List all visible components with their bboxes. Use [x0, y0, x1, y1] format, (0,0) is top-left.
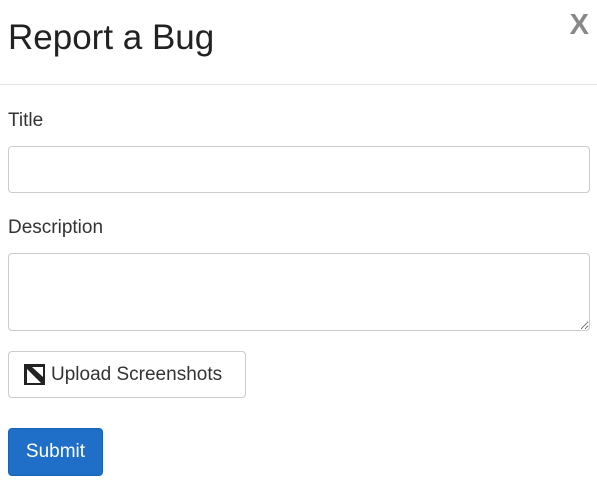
close-button[interactable]: X — [570, 8, 589, 42]
title-label: Title — [8, 110, 44, 131]
submit-button[interactable]: Submit — [8, 428, 103, 476]
report-bug-dialog: Report a Bug X Title Description Upload … — [0, 0, 597, 487]
upload-screenshots-label: Upload Screenshots — [51, 363, 223, 385]
image-icon — [24, 364, 45, 385]
description-label: Description — [8, 217, 104, 238]
upload-screenshots-button[interactable]: Upload Screenshots — [8, 351, 246, 398]
description-textarea[interactable] — [8, 253, 590, 331]
title-input[interactable] — [8, 146, 590, 193]
dialog-title: Report a Bug — [8, 18, 215, 57]
dialog-header: Report a Bug X — [0, 0, 597, 85]
